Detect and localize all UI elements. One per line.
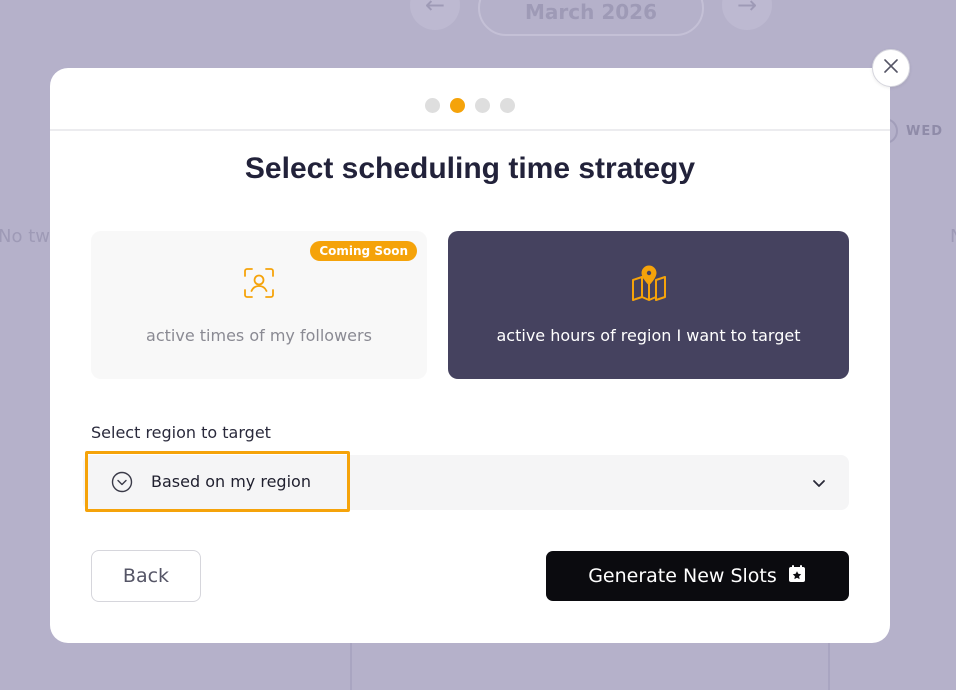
option-label: active hours of region I want to target <box>496 326 801 345</box>
coming-soon-badge: Coming Soon <box>310 241 417 261</box>
option-region-hours[interactable]: active hours of region I want to target <box>448 231 849 379</box>
chevron-down-icon <box>811 475 827 495</box>
step-dot <box>500 98 515 113</box>
generate-slots-label: Generate New Slots <box>588 565 777 587</box>
user-focus-icon <box>243 264 275 302</box>
option-follower-times[interactable]: Coming Soon active times of my followers <box>91 231 427 379</box>
region-select-value: Based on my region <box>151 472 311 491</box>
option-label: active times of my followers <box>146 326 372 345</box>
month-label: March 2026 <box>478 0 704 36</box>
close-button[interactable] <box>872 49 910 87</box>
weekday-label: WED <box>906 124 944 139</box>
arrow-left-icon: ← <box>424 0 446 19</box>
step-dot <box>425 98 440 113</box>
map-pin-icon <box>630 264 668 302</box>
empty-state-text-right: N <box>950 226 956 247</box>
next-month-button: → <box>722 0 772 30</box>
modal-title: Select scheduling time strategy <box>244 152 696 185</box>
close-icon <box>882 57 900 79</box>
calendar-star-icon <box>787 564 807 589</box>
calendar-divider <box>350 640 352 690</box>
step-indicator <box>50 98 890 113</box>
chevron-circle-icon <box>111 471 133 497</box>
calendar-divider <box>828 640 830 690</box>
step-dot-active <box>450 98 465 113</box>
scheduling-strategy-modal: Select scheduling time strategy Coming S… <box>50 68 890 643</box>
generate-slots-button[interactable]: Generate New Slots <box>546 551 849 601</box>
prev-month-button: ← <box>410 0 460 30</box>
step-dot <box>475 98 490 113</box>
region-select[interactable]: Based on my region <box>83 455 849 510</box>
header-divider <box>50 129 890 131</box>
arrow-right-icon: → <box>736 0 758 19</box>
back-button[interactable]: Back <box>91 550 201 602</box>
region-field-label: Select region to target <box>91 423 271 442</box>
